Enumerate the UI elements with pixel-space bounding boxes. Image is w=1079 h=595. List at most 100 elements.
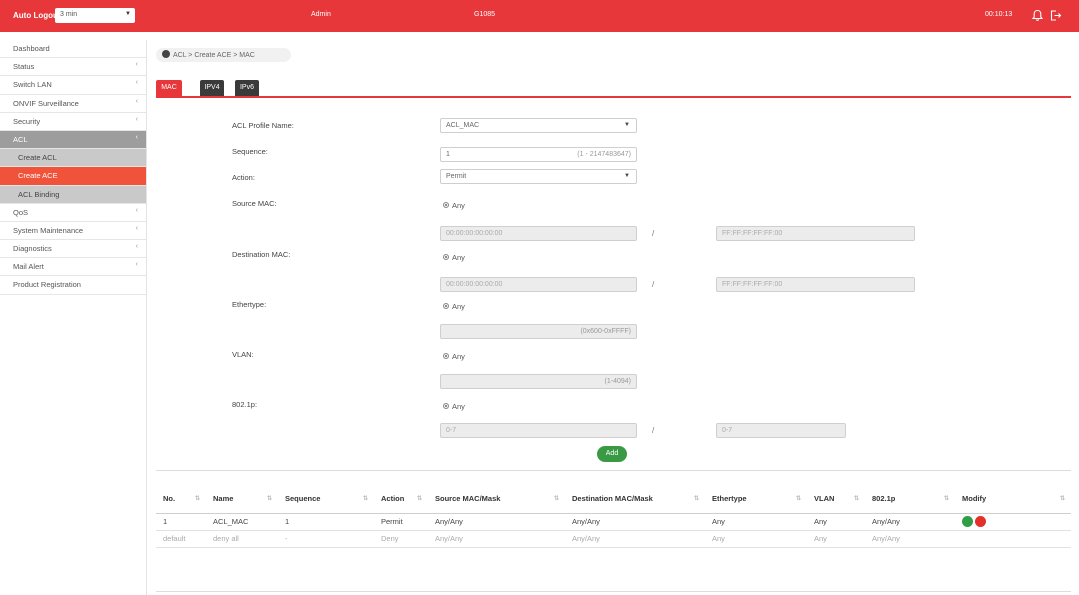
- home-icon[interactable]: [162, 50, 170, 58]
- p8021p-mask-value: 0-7: [722, 427, 733, 434]
- sidebar-item-acl[interactable]: ACL ‹: [0, 130, 146, 150]
- radio-label: Any: [452, 302, 465, 311]
- sort-icon[interactable]: ⇅: [1060, 495, 1065, 502]
- ace-table: No. ⇅ Name ⇅ Sequence ⇅ Action ⇅ Source MAC/…: [156, 485, 1071, 548]
- sort-icon[interactable]: ⇅: [554, 495, 559, 502]
- vlan-label: VLAN:: [232, 350, 254, 359]
- table-cell: Any/Any: [428, 513, 565, 531]
- sort-icon[interactable]: ⇅: [854, 495, 859, 502]
- dest-mac-input[interactable]: 00:00:00:00:00:00: [440, 277, 637, 292]
- source-mac-mask-input[interactable]: FF:FF:FF:FF:FF:00: [716, 226, 915, 241]
- p8021p-input[interactable]: 0-7: [440, 423, 637, 438]
- ethertype-input[interactable]: (0x600-0xFFFF): [440, 324, 637, 339]
- sort-icon[interactable]: ⇅: [944, 495, 949, 502]
- auto-logout-value: 3 min: [60, 11, 78, 18]
- sidebar-item-label: Switch LAN: [13, 80, 52, 90]
- sidebar-item-switch-lan[interactable]: Switch LAN ‹: [0, 76, 146, 95]
- sidebar-item-mail-alert[interactable]: Mail Alert ‹: [0, 258, 146, 277]
- sort-icon[interactable]: ⇅: [417, 495, 422, 502]
- sort-icon[interactable]: ⇅: [267, 495, 272, 502]
- table-cell: Permit: [374, 513, 428, 531]
- column-header[interactable]: Action ⇅: [374, 485, 428, 514]
- column-header[interactable]: Source MAC/Mask ⇅: [428, 485, 565, 514]
- column-header[interactable]: 802.1p ⇅: [865, 485, 955, 514]
- sidebar-item-label: Security: [13, 116, 41, 126]
- sidebar-item-create-ace[interactable]: Create ACE: [0, 167, 146, 186]
- tab-mac[interactable]: MAC: [156, 80, 182, 96]
- chevron-down-icon: ▼: [624, 173, 630, 179]
- mask-separator: /: [652, 426, 655, 435]
- auto-logout-select[interactable]: 3 min ▼: [55, 8, 135, 23]
- top-bar: Auto Logout 3 min ▼ Admin G1085 00:10:13: [0, 0, 1079, 32]
- column-header[interactable]: No. ⇅: [156, 485, 206, 514]
- source-mac-input[interactable]: 00:00:00:00:00:00: [440, 226, 637, 241]
- dest-mac-label: Destination MAC:: [232, 250, 291, 259]
- ethertype-any-radio[interactable]: Any: [443, 302, 465, 311]
- acl-profile-name-select[interactable]: ACL_MAC ▼: [440, 118, 637, 133]
- bell-icon[interactable]: [1031, 9, 1044, 22]
- p8021p-label: 802.1p:: [232, 400, 258, 409]
- chevron-left-icon: ‹: [135, 243, 138, 251]
- clock: 00:10:13: [985, 11, 1013, 18]
- source-mac-any-radio[interactable]: Any: [443, 201, 465, 210]
- p8021p-any-radio[interactable]: Any: [443, 402, 465, 411]
- table-cell: Any: [807, 530, 865, 548]
- sort-icon[interactable]: ⇅: [195, 495, 200, 502]
- sidebar-item-security[interactable]: Security ‹: [0, 113, 146, 131]
- acl-profile-name-value: ACL_MAC: [446, 122, 480, 129]
- table-cell: 1: [278, 513, 374, 531]
- table-cell: ACL_MAC: [206, 513, 278, 531]
- source-mac-mask-value: FF:FF:FF:FF:FF:00: [722, 230, 783, 237]
- vlan-any-radio[interactable]: Any: [443, 352, 465, 361]
- sidebar-item-label: System Maintenance: [13, 225, 84, 235]
- add-button[interactable]: Add: [597, 446, 627, 462]
- sequence-input[interactable]: 1 (1 - 2147483647): [440, 147, 637, 162]
- radio-checked-icon: [443, 202, 449, 208]
- column-header[interactable]: Name ⇅: [206, 485, 278, 514]
- vlan-input[interactable]: (1-4094): [440, 374, 637, 389]
- sidebar-item-qos[interactable]: QoS ‹: [0, 204, 146, 222]
- column-header[interactable]: Ethertype ⇅: [705, 485, 807, 514]
- tab-ipv6[interactable]: IPv6: [235, 80, 259, 96]
- dest-mac-any-radio[interactable]: Any: [443, 253, 465, 262]
- logout-icon[interactable]: [1049, 9, 1062, 22]
- sort-icon[interactable]: ⇅: [363, 495, 368, 502]
- column-header[interactable]: VLAN ⇅: [807, 485, 865, 514]
- chevron-left-icon: ‹: [135, 224, 138, 232]
- sidebar-item-onvif[interactable]: ONVIF Surveillance ‹: [0, 95, 146, 113]
- chevron-down-icon: ▼: [624, 122, 630, 128]
- sidebar-item-diagnostics[interactable]: Diagnostics ‹: [0, 240, 146, 259]
- sort-icon[interactable]: ⇅: [694, 495, 699, 502]
- sort-icon[interactable]: ⇅: [796, 495, 801, 502]
- sidebar-item-label: Mail Alert: [13, 262, 44, 272]
- table-cell: default: [156, 530, 206, 548]
- dest-mac-mask-input[interactable]: FF:FF:FF:FF:FF:00: [716, 277, 915, 292]
- sidebar-item-product-registration[interactable]: Product Registration: [0, 276, 146, 295]
- column-header[interactable]: Destination MAC/Mask ⇅: [565, 485, 705, 514]
- tab-underline: [156, 96, 1071, 98]
- device-model: G1085: [474, 11, 496, 18]
- sidebar-item-label: ACL: [13, 134, 28, 144]
- breadcrumb-text: ACL > Create ACE > MAC: [173, 52, 255, 59]
- table-cell: Any/Any: [865, 513, 955, 531]
- sidebar-item-dashboard[interactable]: Dashboard: [0, 40, 146, 59]
- table-cell: Any: [705, 530, 807, 548]
- chevron-left-icon: ‹: [135, 206, 138, 214]
- column-header[interactable]: Sequence ⇅: [278, 485, 374, 514]
- mask-separator: /: [652, 280, 655, 289]
- sidebar-item-system-maintenance[interactable]: System Maintenance ‹: [0, 222, 146, 241]
- source-mac-label: Source MAC:: [232, 199, 277, 208]
- sidebar-item-status[interactable]: Status ‹: [0, 58, 146, 77]
- sequence-label: Sequence:: [232, 147, 268, 156]
- p8021p-mask-input[interactable]: 0-7: [716, 423, 846, 438]
- chevron-left-icon: ‹: [135, 61, 138, 69]
- auto-logout-label: Auto Logout: [13, 11, 61, 20]
- action-select[interactable]: Permit ▼: [440, 169, 637, 184]
- edit-icon[interactable]: [962, 516, 973, 527]
- delete-icon[interactable]: [975, 516, 986, 527]
- sidebar-item-acl-binding[interactable]: ACL Binding: [0, 185, 146, 204]
- sidebar-item-create-acl[interactable]: Create ACL: [0, 149, 146, 168]
- tab-ipv4[interactable]: IPV4: [200, 80, 224, 96]
- table-cell: 1: [156, 513, 206, 531]
- column-header[interactable]: Modify ⇅: [955, 485, 1071, 514]
